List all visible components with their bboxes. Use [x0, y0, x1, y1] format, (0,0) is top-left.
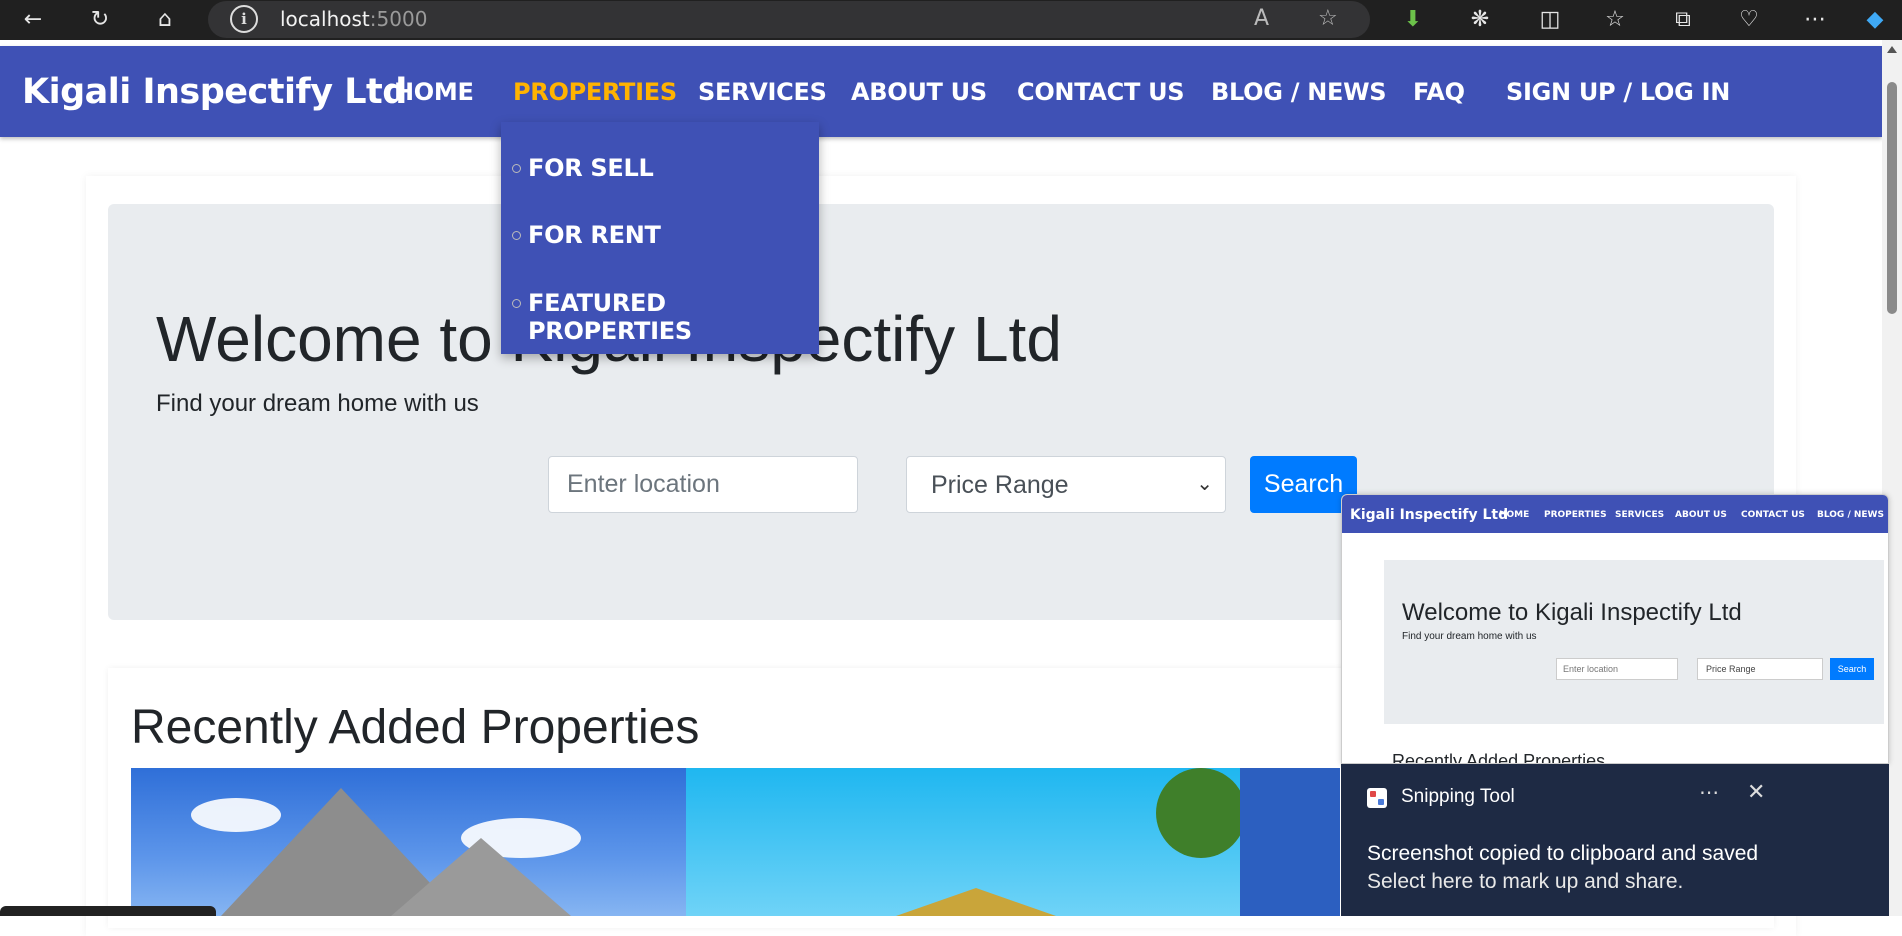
- preview-title: Welcome to Kigali Inspectify Ltd: [1402, 599, 1742, 626]
- recent-properties-title: Recently Added Properties: [131, 701, 700, 754]
- dropdown-label: FOR RENT: [528, 221, 661, 249]
- nav-signup-login[interactable]: SIGN UP / LOG IN: [1506, 78, 1730, 106]
- nav-properties[interactable]: PROPERTIES: [513, 78, 677, 106]
- preview-nav-link: PROPERTIES: [1544, 510, 1607, 520]
- nav-faq[interactable]: FAQ: [1413, 78, 1465, 106]
- nav-contact-us[interactable]: CONTACT US: [1017, 78, 1185, 106]
- refresh-icon[interactable]: ↻: [85, 5, 115, 35]
- nav-about-us[interactable]: ABOUT US: [851, 78, 987, 106]
- bullet-icon: [512, 231, 521, 240]
- preview-nav-link: SERVICES: [1615, 510, 1665, 520]
- snipping-tool-notification[interactable]: Snipping Tool ⋯ ✕ Screenshot copied to c…: [1341, 764, 1889, 916]
- scroll-up-arrow-icon[interactable]: [1887, 46, 1897, 53]
- home-icon[interactable]: ⌂: [150, 5, 180, 35]
- preview-nav-link: CONTACT US: [1741, 510, 1805, 520]
- collections-icon[interactable]: ⧉: [1668, 5, 1698, 35]
- location-input[interactable]: [548, 456, 858, 513]
- screenshot-preview[interactable]: Kigali Inspectify Ltd HOME PROPERTIES SE…: [1341, 494, 1889, 764]
- url-text: localhost:5000: [280, 7, 428, 31]
- house-roof-shape: [391, 838, 571, 916]
- preview-recent-title: Recently Added Properties: [1392, 751, 1606, 764]
- preview-nav-link: BLOG / NEWS: [1817, 510, 1884, 520]
- snipping-tool-icon: [1367, 788, 1387, 808]
- nav-blog-news[interactable]: BLOG / NEWS: [1211, 78, 1387, 106]
- back-icon[interactable]: ←: [18, 5, 48, 35]
- properties-dropdown: FOR SELL FOR RENT FEATURED PROPERTIES: [501, 122, 819, 354]
- preview-nav-link: ABOUT US: [1675, 510, 1727, 520]
- download-icon[interactable]: ⬇: [1398, 5, 1428, 35]
- read-aloud-icon[interactable]: A: [1254, 6, 1269, 31]
- property-image[interactable]: [1240, 768, 1340, 916]
- property-image[interactable]: [131, 768, 686, 916]
- more-options-icon[interactable]: ⋯: [1699, 780, 1719, 804]
- preview-subtitle: Find your dream home with us: [1402, 631, 1537, 642]
- favorites-icon[interactable]: ☆: [1600, 5, 1630, 35]
- bullet-icon: [512, 299, 521, 308]
- dropdown-item-featured-properties[interactable]: FEATURED PROPERTIES: [512, 289, 819, 345]
- nav-home[interactable]: HOME: [394, 78, 474, 106]
- preview-brand: Kigali Inspectify Ltd: [1350, 507, 1509, 523]
- preview-hero: [1384, 560, 1884, 724]
- dropdown-item-for-rent[interactable]: FOR RENT: [512, 221, 661, 249]
- address-bar[interactable]: i localhost:5000 A ☆: [208, 1, 1370, 38]
- browser-toolbar: ← ↻ ⌂ i localhost:5000 A ☆ ⬇ ❋ ◫ ☆ ⧉ ♡ ⋯…: [0, 0, 1902, 40]
- copilot-icon[interactable]: ◆: [1860, 5, 1890, 35]
- toast-action-text[interactable]: Select here to mark up and share.: [1367, 870, 1683, 894]
- site-info-icon[interactable]: i: [230, 5, 258, 33]
- scroll-thumb[interactable]: [1887, 82, 1897, 314]
- toast-app-name: Snipping Tool: [1401, 786, 1515, 807]
- dropdown-label: FEATURED PROPERTIES: [528, 289, 692, 345]
- preview-price-select: Price Range: [1697, 658, 1823, 680]
- property-image[interactable]: [686, 768, 1240, 916]
- preview-search-button: Search: [1830, 658, 1874, 680]
- dropdown-item-for-sell[interactable]: FOR SELL: [512, 154, 654, 182]
- price-range-select[interactable]: Price Range ⌄: [906, 456, 1226, 513]
- chevron-down-icon: ⌄: [1196, 471, 1213, 495]
- site-navbar: Kigali Inspectify Ltd HOME PROPERTIES SE…: [0, 46, 1882, 137]
- browser-essentials-icon[interactable]: ♡: [1734, 5, 1764, 35]
- preview-nav-link: HOME: [1499, 510, 1530, 520]
- site-brand[interactable]: Kigali Inspectify Ltd: [22, 72, 407, 112]
- dropdown-label: FOR SELL: [528, 154, 654, 182]
- house-roof-shape: [896, 888, 1056, 916]
- close-icon[interactable]: ✕: [1747, 780, 1765, 805]
- hero-subtitle: Find your dream home with us: [156, 390, 479, 417]
- preview-location-input: Enter location: [1556, 658, 1678, 680]
- nav-services[interactable]: SERVICES: [698, 78, 827, 106]
- toast-message: Screenshot copied to clipboard and saved: [1367, 842, 1759, 865]
- settings-more-icon[interactable]: ⋯: [1800, 5, 1830, 35]
- extensions-icon[interactable]: ❋: [1465, 5, 1495, 35]
- tree-shape: [1156, 768, 1240, 858]
- bullet-icon: [512, 164, 521, 173]
- taskbar-edge: [0, 906, 216, 916]
- preview-navbar: Kigali Inspectify Ltd HOME PROPERTIES SE…: [1342, 495, 1888, 533]
- price-range-value: Price Range: [931, 471, 1069, 499]
- split-screen-icon[interactable]: ◫: [1535, 5, 1565, 35]
- favorite-star-icon[interactable]: ☆: [1318, 6, 1338, 31]
